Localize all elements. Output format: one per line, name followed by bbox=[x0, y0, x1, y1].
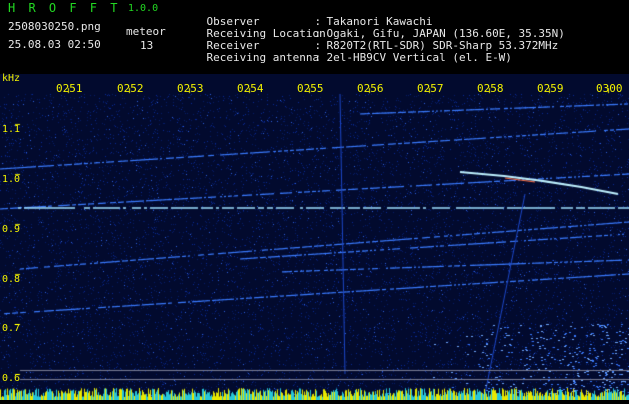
frequency-unit-label: kHz bbox=[2, 73, 21, 84]
image-timestamp: 25.08.03 02:50 bbox=[8, 38, 101, 51]
time-tick: 0257 bbox=[417, 82, 444, 95]
meteor-label: meteor bbox=[126, 25, 166, 38]
time-axis: 0251 0252 0253 0254 0255 0256 0257 0258 … bbox=[0, 74, 629, 95]
frequency-tick: 0.6 bbox=[2, 373, 21, 384]
time-tick: 0251 bbox=[56, 82, 83, 95]
header-panel: H R O F F T 1.0.0 2508030250.png 25.08.0… bbox=[0, 0, 629, 74]
time-tick: 0300 bbox=[596, 82, 623, 95]
time-tick: 0259 bbox=[537, 82, 564, 95]
info-row-antenna: Receiving antenna: 2el-HB9CV Vertical (el… bbox=[180, 40, 512, 76]
time-tick: 0254 bbox=[237, 82, 264, 95]
time-tick: 0258 bbox=[477, 82, 504, 95]
spectrogram-canvas bbox=[0, 74, 629, 400]
frequency-tick: 1.1 bbox=[2, 124, 21, 135]
time-tick: 0256 bbox=[357, 82, 384, 95]
app-title: H R O F F T bbox=[8, 1, 121, 15]
app-version: 1.0.0 bbox=[128, 3, 159, 14]
time-tick: 0253 bbox=[177, 82, 204, 95]
frequency-tick: 0.7 bbox=[2, 323, 21, 334]
spectrogram-panel bbox=[0, 74, 629, 400]
info-separator: : bbox=[314, 51, 322, 64]
image-filename: 2508030250.png bbox=[8, 20, 101, 33]
time-tick: 0255 bbox=[297, 82, 324, 95]
info-key: Receiving antenna bbox=[206, 51, 320, 64]
info-value: 2el-HB9CV Vertical (el. E-W) bbox=[326, 51, 512, 64]
frequency-tick: 1.0 bbox=[2, 174, 21, 185]
frequency-tick: 0.9 bbox=[2, 224, 21, 235]
time-tick: 0252 bbox=[117, 82, 144, 95]
frequency-tick: 0.8 bbox=[2, 274, 21, 285]
meteor-count: 13 bbox=[140, 39, 154, 52]
